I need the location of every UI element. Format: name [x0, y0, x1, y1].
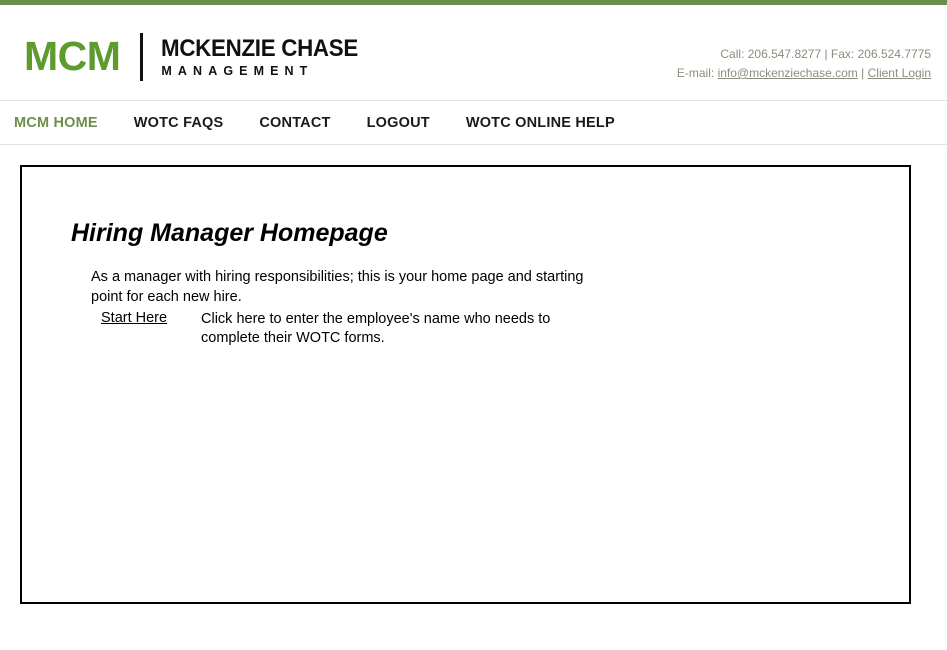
content-panel: Hiring Manager Homepage As a manager wit… [20, 165, 911, 604]
main-navigation-bar: MCM HOME WOTC FAQS CONTACT LOGOUT WOTC O… [0, 100, 947, 145]
nav-item-contact[interactable]: CONTACT [259, 115, 330, 131]
logo-mcm-mark: MCM [24, 32, 121, 79]
logo-company-name: MCKENZIE CHASE [161, 34, 359, 62]
nav-item-logout[interactable]: LOGOUT [367, 115, 430, 131]
site-header: MCM MCKENZIE CHASE MANAGEMENT Call: 206.… [0, 5, 947, 100]
contact-email-line: E-mail: info@mckenziechase.com | Client … [677, 64, 931, 83]
nav-item-wotc-online-help[interactable]: WOTC ONLINE HELP [466, 115, 615, 131]
contact-phone-text: Call: 206.547.8277 | Fax: 206.524.7775 [720, 47, 931, 61]
client-login-link[interactable]: Client Login [868, 66, 931, 80]
email-label: E-mail: [676, 66, 715, 80]
start-here-description: Click here to enter the employee's name … [201, 311, 551, 346]
header-contact-info: Call: 206.547.8277 | Fax: 206.524.7775 E… [677, 45, 931, 83]
site-logo[interactable]: MCM MCKENZIE CHASE MANAGEMENT [24, 31, 373, 83]
start-here-link[interactable]: Start Here [101, 310, 201, 326]
main-navigation: MCM HOME WOTC FAQS CONTACT LOGOUT WOTC O… [0, 101, 947, 144]
nav-item-wotc-faqs[interactable]: WOTC FAQS [134, 115, 224, 131]
logo-divider [140, 33, 144, 81]
page-title: Hiring Manager Homepage [71, 219, 388, 247]
contact-phone-line: Call: 206.547.8277 | Fax: 206.524.7775 [677, 45, 931, 64]
logo-wordmark: MCKENZIE CHASE MANAGEMENT [161, 34, 373, 78]
contact-separator: | [861, 66, 865, 80]
logo-company-subtitle: MANAGEMENT [161, 63, 314, 78]
intro-paragraph: As a manager with hiring responsibilitie… [91, 268, 584, 305]
email-link[interactable]: info@mckenziechase.com [718, 66, 858, 80]
nav-item-mcm-home[interactable]: MCM HOME [14, 115, 98, 131]
start-here-row: Start Here Click here to enter the emplo… [101, 310, 561, 348]
